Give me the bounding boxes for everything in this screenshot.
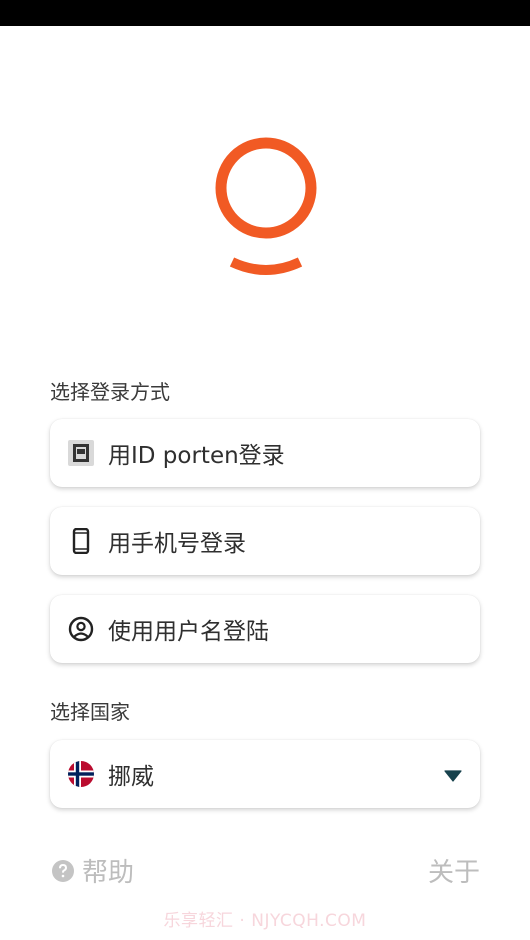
help-circle-icon <box>52 859 74 882</box>
login-phone-label: 用手机号登录 <box>108 531 246 557</box>
country-label: 选择国家 <box>50 700 130 724</box>
watermark: 乐享轻汇 · NJYCQH.COM <box>163 911 367 931</box>
help-label: 帮助 <box>82 858 135 888</box>
login-id-porten-label: 用ID porten登录 <box>108 443 285 469</box>
smartphone-icon <box>68 528 94 554</box>
account-circle-icon <box>68 616 94 642</box>
dropdown-caret-icon[interactable] <box>444 767 462 786</box>
country-select[interactable]: 挪威 <box>50 740 480 808</box>
login-id-porten-button[interactable]: 用ID porten登录 <box>50 419 480 487</box>
about-link[interactable]: 关于 <box>428 852 480 889</box>
login-method-label: 选择登录方式 <box>50 380 170 404</box>
norway-flag-icon <box>68 761 94 787</box>
country-selected-value: 挪威 <box>108 764 154 790</box>
login-username-button[interactable]: 使用用户名登陆 <box>50 595 480 663</box>
help-link[interactable]: 帮助 <box>52 852 134 889</box>
logo-ring-icon <box>215 137 317 275</box>
id-porten-icon <box>68 440 94 466</box>
status-bar <box>0 0 530 26</box>
login-phone-button[interactable]: 用手机号登录 <box>50 507 480 575</box>
login-username-label: 使用用户名登陆 <box>108 619 269 645</box>
